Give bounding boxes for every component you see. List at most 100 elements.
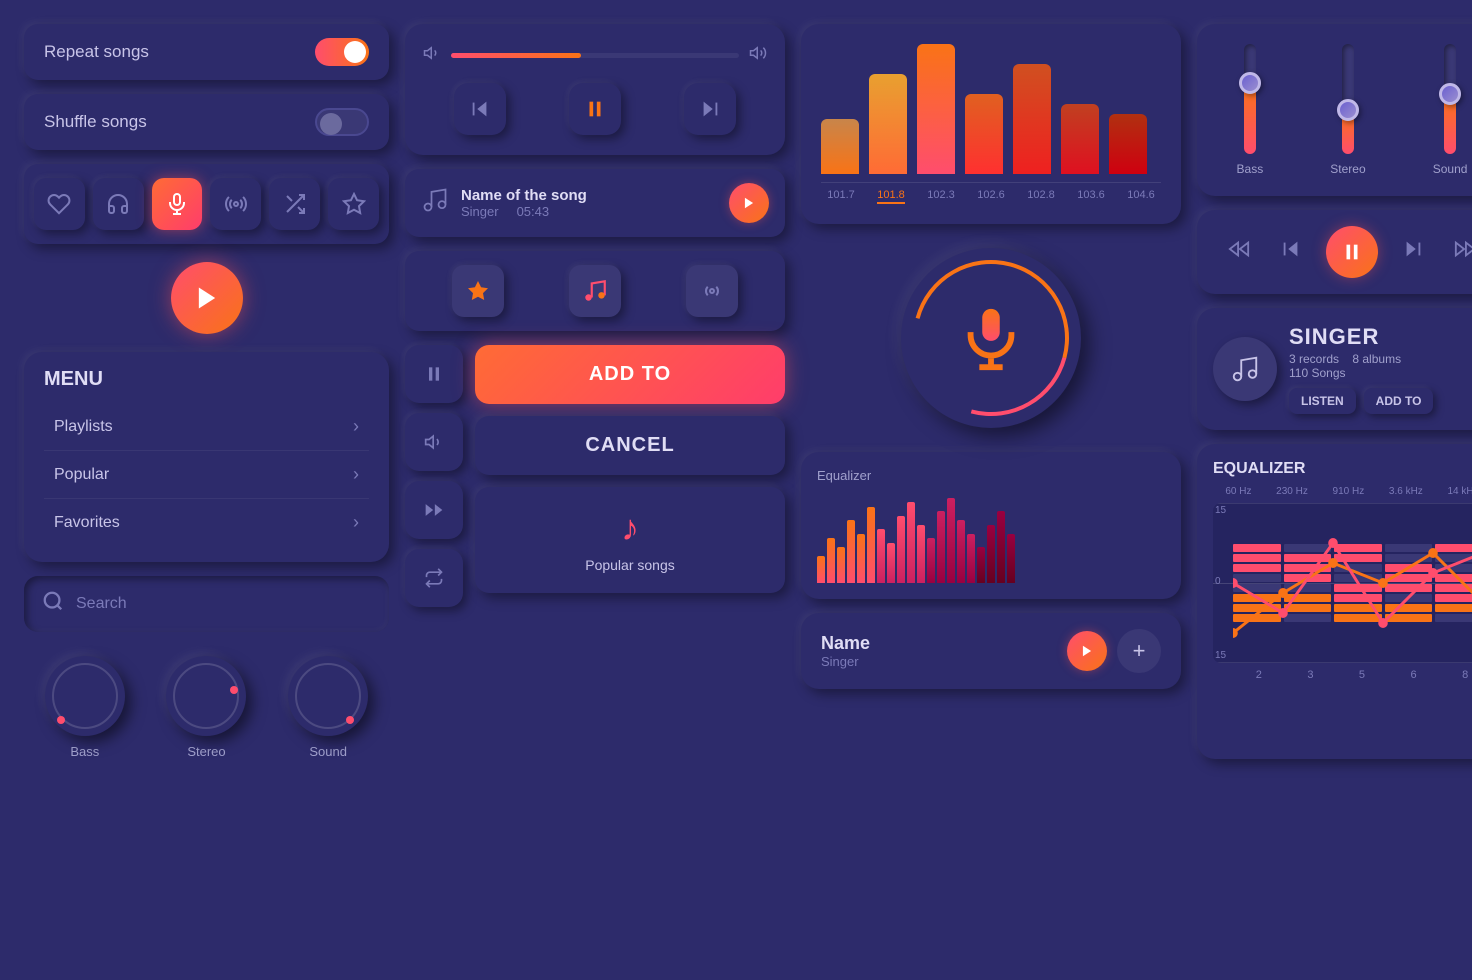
- volume-track[interactable]: [451, 53, 739, 58]
- headphones-button[interactable]: [93, 178, 144, 230]
- freq-label-1028: 102.8: [1027, 189, 1055, 204]
- mic-ring: [884, 231, 1097, 444]
- singer-name: SINGER: [1289, 324, 1472, 350]
- eq-y-bot: 15: [1215, 650, 1226, 661]
- song-note-icon: [421, 186, 449, 221]
- bass-slider-track[interactable]: [1244, 44, 1256, 154]
- broadcast-media-button[interactable]: [686, 265, 738, 317]
- bass-knob[interactable]: [45, 656, 125, 736]
- popular-songs-tile[interactable]: ♪ Popular songs: [475, 487, 785, 593]
- col2-panel: Name of the song Singer 05:43: [405, 24, 785, 759]
- col3-panel: 101.7 101.8 102.3 102.6 102.8 103.6 104.…: [801, 24, 1181, 759]
- shuffle-button[interactable]: [269, 178, 320, 230]
- freq-bar-fill: [1109, 114, 1147, 174]
- song-name-sub: Singer: [821, 654, 870, 669]
- freq-bar-1046: [1109, 114, 1147, 174]
- song-name-big: Name: [821, 633, 870, 654]
- eq-y-top: 15: [1215, 505, 1226, 516]
- sound-knob-wrap: Sound: [288, 656, 368, 759]
- freq-label-1023: 102.3: [927, 189, 955, 204]
- repeat-vert-button[interactable]: [405, 549, 463, 607]
- menu-item-favorites-label: Favorites: [54, 514, 120, 532]
- singer-actions: LISTEN ADD TO: [1289, 388, 1472, 414]
- vertical-btns: [405, 345, 463, 607]
- mic-circle[interactable]: [901, 248, 1081, 428]
- eq-x-2: 2: [1256, 669, 1262, 681]
- shuffle-toggle-row[interactable]: Shuffle songs: [24, 94, 389, 150]
- eq-x-5: 5: [1359, 669, 1365, 681]
- freq-bar-fill: [869, 74, 907, 174]
- repeat-toggle-switch[interactable]: [315, 38, 369, 66]
- eq-bars-group: [817, 493, 1015, 583]
- sound-knob[interactable]: [288, 656, 368, 736]
- next-button[interactable]: [684, 83, 736, 135]
- popular-songs-label: Popular songs: [585, 557, 675, 573]
- song-info: Name of the song Singer 05:43: [421, 186, 587, 221]
- sound-knob-dot: [346, 716, 354, 724]
- song-row-card: Name of the song Singer 05:43: [405, 169, 785, 237]
- stereo-knob-ring: [173, 663, 239, 729]
- stereo-knob-label: Stereo: [187, 744, 225, 759]
- cancel-button[interactable]: CANCEL: [475, 416, 785, 475]
- music-note-media-button[interactable]: [569, 265, 621, 317]
- volume-high-icon: [749, 44, 767, 67]
- pause-button[interactable]: [569, 83, 621, 135]
- song-name-play-button[interactable]: [1067, 631, 1107, 671]
- volume-vert-button[interactable]: [405, 413, 463, 471]
- song-name-add-button[interactable]: +: [1117, 629, 1161, 673]
- t2-next-button[interactable]: [1396, 232, 1430, 272]
- eq-x-3: 3: [1307, 669, 1313, 681]
- search-placeholder[interactable]: Search: [76, 595, 127, 613]
- sound-slider-track[interactable]: [1444, 44, 1456, 154]
- broadcast-button[interactable]: [210, 178, 261, 230]
- heart-button[interactable]: [34, 178, 85, 230]
- sound-slider-thumb[interactable]: [1439, 83, 1461, 105]
- star-media-button[interactable]: [452, 265, 504, 317]
- big-play-button[interactable]: [171, 262, 243, 334]
- playlists-chevron-icon: ›: [353, 416, 359, 437]
- pause-vert-button[interactable]: [405, 345, 463, 403]
- freq-label-1018: 101.8: [877, 189, 905, 204]
- singer-add-to-button[interactable]: ADD TO: [1364, 388, 1434, 414]
- menu-item-favorites[interactable]: Favorites ›: [44, 499, 369, 546]
- freq-bar-1018: [869, 74, 907, 174]
- fastforward-button[interactable]: [1448, 232, 1472, 272]
- star-button[interactable]: [328, 178, 379, 230]
- menu-item-playlists-label: Playlists: [54, 418, 113, 436]
- menu-item-popular[interactable]: Popular ›: [44, 451, 369, 499]
- transport2-card: [1197, 210, 1472, 294]
- action-buttons-col: ADD TO CANCEL ♪ Popular songs: [475, 345, 785, 593]
- repeat-toggle-row[interactable]: Repeat songs: [24, 24, 389, 80]
- bass-knob-dot: [57, 716, 65, 724]
- transport-row: [423, 83, 767, 135]
- stereo-slider-thumb[interactable]: [1337, 99, 1359, 121]
- freq-bar-1026: [965, 94, 1003, 174]
- rewind-button[interactable]: [1222, 232, 1256, 272]
- singer-songs: 110 Songs: [1289, 366, 1346, 380]
- song-bottom-controls: +: [1067, 629, 1161, 673]
- t2-play-pause-button[interactable]: [1326, 226, 1378, 278]
- mic-section: [801, 238, 1181, 438]
- mic-button[interactable]: [152, 178, 203, 230]
- song-texts: Name of the song Singer 05:43: [461, 187, 587, 219]
- freq-bar-1036: [1061, 104, 1099, 174]
- forward-vert-button[interactable]: [405, 481, 463, 539]
- bass-slider-thumb[interactable]: [1239, 72, 1261, 94]
- volume-low-icon: [423, 44, 441, 67]
- eq-x-6: 6: [1411, 669, 1417, 681]
- search-card[interactable]: Search: [24, 576, 389, 632]
- song-play-button[interactable]: [729, 183, 769, 223]
- t2-prev-button[interactable]: [1274, 232, 1308, 272]
- eq-chart-card: EQUALIZER 60 Hz 230 Hz 910 Hz 3.6 kHz 14…: [1197, 444, 1472, 759]
- eq-freq-910hz: 910 Hz: [1333, 486, 1365, 497]
- freq-bar-1028: [1013, 64, 1051, 174]
- shuffle-toggle-switch[interactable]: [315, 108, 369, 136]
- prev-button[interactable]: [454, 83, 506, 135]
- menu-item-playlists[interactable]: Playlists ›: [44, 403, 369, 451]
- listen-button[interactable]: LISTEN: [1289, 388, 1356, 414]
- stereo-slider-track[interactable]: [1342, 44, 1354, 154]
- add-to-button[interactable]: ADD TO: [475, 345, 785, 404]
- stereo-knob[interactable]: [166, 656, 246, 736]
- lower-action-row: ADD TO CANCEL ♪ Popular songs: [405, 345, 785, 607]
- freq-bar-fill: [821, 119, 859, 174]
